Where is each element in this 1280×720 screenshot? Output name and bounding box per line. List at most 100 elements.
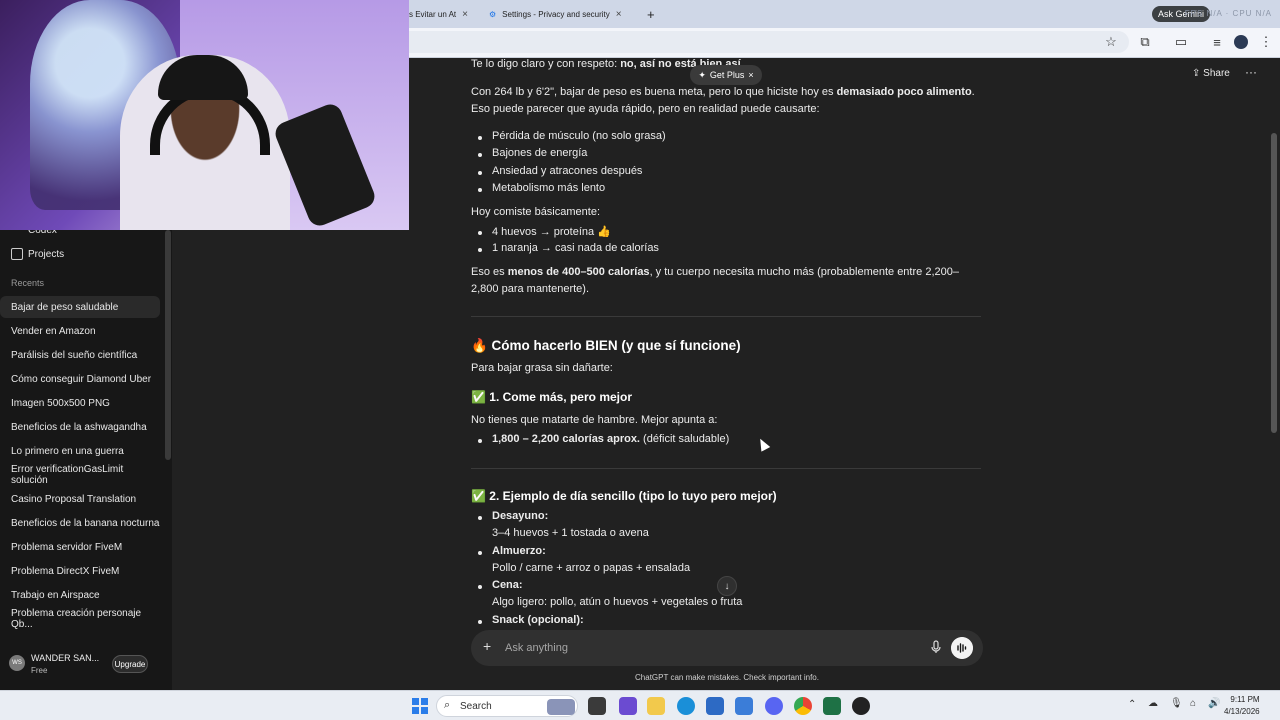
meal-desc: Algo ligero: pollo, atún o huevos + vege… xyxy=(492,596,743,608)
user-plan: Free xyxy=(31,666,48,675)
microphone-icon[interactable]: 🎙 xyxy=(1170,698,1183,709)
tray-icon[interactable]: ☁ xyxy=(1148,698,1158,709)
meal-name: Snack (opcional): xyxy=(492,614,584,626)
clock[interactable]: 9:11 PM 4/13/2026 xyxy=(1224,694,1260,718)
meal-name: Desayuno: xyxy=(492,510,549,522)
windows-start-icon[interactable] xyxy=(411,697,429,715)
tab-label: Settings - Privacy and security xyxy=(502,9,610,19)
get-plus-button[interactable]: ✦ Get Plus × xyxy=(690,65,762,85)
user-name: WANDER SAN... xyxy=(31,653,100,663)
recent-chat-item[interactable]: Vender en Amazon xyxy=(0,320,160,342)
webcam-overlay xyxy=(0,0,409,230)
chrome-icon[interactable] xyxy=(794,697,812,715)
list-item: 4 huevos → proteína 👍 xyxy=(492,226,611,238)
list-item: 1 naranja → casi nada de calorías xyxy=(492,242,659,254)
browser-toolbar: ☆ ⧉ ▭ ≡ ⋮ xyxy=(409,28,1280,58)
excel-icon[interactable] xyxy=(823,697,841,715)
kebab-menu-icon[interactable]: ⋮ xyxy=(1258,34,1274,50)
meal-desc: Pollo / carne + arroz o papas + ensalada xyxy=(492,562,691,574)
recent-chat-item[interactable]: Problema DirectX FiveM xyxy=(0,560,160,582)
task-view-icon[interactable] xyxy=(588,697,606,715)
close-icon[interactable]: × xyxy=(462,9,468,20)
recent-chat-item[interactable]: Lo primero en una guerra xyxy=(0,440,160,462)
recent-chat-item[interactable]: Error verificationGasLimit solución xyxy=(0,464,160,486)
disclaimer: ChatGPT can make mistakes. Check importa… xyxy=(635,673,819,682)
mouse-cursor-icon xyxy=(755,436,771,452)
upgrade-button[interactable]: Upgrade xyxy=(112,655,148,673)
list-item: Ansiedad y atracones después xyxy=(492,165,643,177)
browser-tab-bar: s Evitar un At × ⚙ Settings - Privacy an… xyxy=(409,0,1280,28)
volume-icon[interactable]: 🔊 xyxy=(1208,698,1220,709)
recent-chat-item[interactable]: Cómo conseguir Diamond Uber xyxy=(0,368,160,390)
meal-name: Cena: xyxy=(492,579,523,591)
taskbar-search[interactable]: ⌕ Search xyxy=(436,695,578,717)
close-icon[interactable]: × xyxy=(748,70,753,80)
address-bar[interactable] xyxy=(409,31,1129,53)
browser-tab-active[interactable]: ⚙ Settings - Privacy and security × xyxy=(489,4,639,24)
scroll-down-button[interactable]: ↓ xyxy=(717,576,737,596)
share-button[interactable]: ⇪ Share xyxy=(1192,68,1230,79)
message-paragraph: Para bajar grasa sin dañarte: xyxy=(471,362,613,374)
new-tab-button[interactable]: + xyxy=(647,4,655,24)
recents-heading: Recents xyxy=(11,278,45,288)
list-item: 1,800 – 2,200 calorías aprox. (déficit s… xyxy=(492,433,730,445)
share-icon: ⇪ xyxy=(1192,68,1204,79)
star-icon[interactable]: ☆ xyxy=(1103,34,1119,50)
menu-lines-icon[interactable]: ≡ xyxy=(1209,34,1225,50)
message-paragraph: No tienes que matarte de hambre. Mejor a… xyxy=(471,414,718,426)
sidebar: Codex Projects Recents Bajar de peso sal… xyxy=(0,225,172,690)
recent-chat-item[interactable]: Parálisis del sueño científica xyxy=(0,344,160,366)
meal-desc: 3–4 huevos + 1 tostada o avena xyxy=(492,527,649,539)
main-scrollbar[interactable] xyxy=(1271,133,1277,433)
cast-icon[interactable]: ▭ xyxy=(1173,34,1189,50)
search-highlight-image xyxy=(547,699,575,715)
recent-chat-item[interactable]: Imagen 500x500 PNG xyxy=(0,392,160,414)
list-item: Metabolismo más lento xyxy=(492,182,606,194)
app-icon[interactable] xyxy=(852,697,870,715)
recent-chat-item[interactable]: Beneficios de la banana nocturna xyxy=(0,512,160,534)
recent-chat-item[interactable]: Casino Proposal Translation xyxy=(0,488,160,510)
edge-icon[interactable] xyxy=(677,697,695,715)
divider xyxy=(471,316,981,317)
store-icon[interactable] xyxy=(706,697,724,715)
overlay-stats: FPS N/A · CPU N/A xyxy=(1184,9,1272,18)
chevron-up-icon[interactable]: ⌃ xyxy=(1128,699,1136,710)
app-icon[interactable] xyxy=(735,697,753,715)
message-paragraph: Con 264 lb y 6'2", bajar de peso es buen… xyxy=(471,86,975,115)
discord-icon[interactable] xyxy=(765,697,783,715)
recent-chat-item[interactable]: Bajar de peso saludable xyxy=(0,296,160,318)
browser-tab[interactable]: s Evitar un At × xyxy=(409,4,481,24)
chat-input[interactable] xyxy=(505,639,905,657)
plus-icon[interactable]: + xyxy=(483,638,491,654)
recent-chat-item[interactable]: Beneficios de la ashwagandha xyxy=(0,416,160,438)
list-item: Bajones de energía xyxy=(492,147,588,159)
message-paragraph: Hoy comiste básicamente: xyxy=(471,206,600,218)
message-paragraph: Eso es menos de 400–500 calorías, y tu c… xyxy=(471,266,959,295)
user-menu[interactable]: WS WANDER SAN... Free Upgrade xyxy=(0,650,172,680)
search-icon: ⌕ xyxy=(444,699,451,711)
voice-mode-icon[interactable] xyxy=(951,637,973,659)
sidebar-item-projects[interactable]: Projects xyxy=(0,243,160,265)
section-heading: ✅ 1. Come más, pero mejor xyxy=(471,390,632,404)
profile-avatar[interactable] xyxy=(1233,34,1249,50)
folder-icon xyxy=(11,248,23,260)
composer: + xyxy=(471,630,983,666)
sidebar-scrollbar[interactable] xyxy=(165,230,171,460)
recent-chat-item[interactable]: Problema servidor FiveM xyxy=(0,536,160,558)
microphone-icon[interactable] xyxy=(929,640,943,654)
app-icon[interactable] xyxy=(619,697,637,715)
list-item: Pérdida de músculo (no solo grasa) xyxy=(492,130,666,142)
close-icon[interactable]: × xyxy=(616,9,622,20)
more-options-icon[interactable]: ··· xyxy=(1245,65,1257,79)
sparkle-icon: ✦ xyxy=(698,69,706,80)
section-heading: ✅ 2. Ejemplo de día sencillo (tipo lo tu… xyxy=(471,489,777,503)
sidebar-item-label: Projects xyxy=(28,248,65,260)
file-explorer-icon[interactable] xyxy=(647,697,665,715)
section-heading: 🔥 Cómo hacerlo BIEN (y que sí funcione) xyxy=(471,338,741,353)
gear-icon: ⚙ xyxy=(489,9,497,19)
network-icon[interactable]: ⌂ xyxy=(1190,698,1196,709)
recent-chat-item[interactable]: Trabajo en Airspace xyxy=(0,584,160,606)
meal-name: Almuerzo: xyxy=(492,545,546,557)
recent-chat-item[interactable]: Problema creación personaje Qb... xyxy=(0,608,160,630)
extensions-icon[interactable]: ⧉ xyxy=(1137,34,1153,50)
